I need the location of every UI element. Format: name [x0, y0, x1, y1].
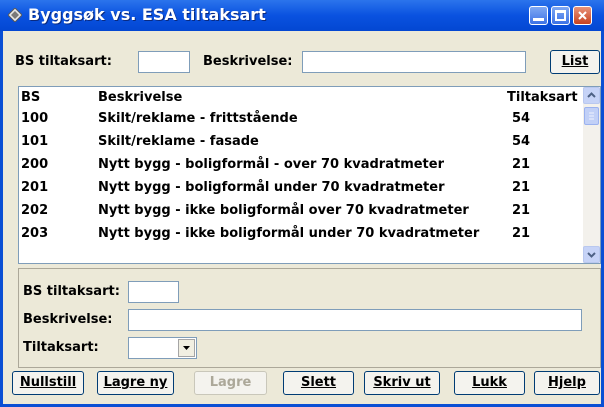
table-row[interactable]: 101 Skilt/reklame - fasade 54: [19, 131, 579, 154]
column-header-bs[interactable]: BS: [21, 90, 40, 105]
maximize-icon: [555, 10, 566, 21]
cell-bs: 101: [21, 134, 49, 149]
cell-tiltaksart: 54: [512, 134, 531, 149]
table-row[interactable]: 100 Skilt/reklame - frittstående 54: [19, 108, 579, 131]
minimize-icon: [533, 10, 544, 21]
cell-tiltaksart: 21: [512, 180, 531, 195]
title-bar[interactable]: Byggsøk vs. ESA tiltaksart: [0, 0, 604, 31]
detail-bs-field[interactable]: [128, 281, 179, 303]
chevron-down-icon: [587, 252, 596, 258]
list-button[interactable]: List: [550, 50, 600, 74]
detail-tiltaksart-label: Tiltaksart:: [23, 340, 99, 355]
help-button[interactable]: Hjelp: [534, 371, 600, 395]
table-row[interactable]: 203 Nytt bygg - ikke boligformål under 7…: [19, 223, 579, 246]
scroll-up-button[interactable]: [583, 87, 600, 104]
chevron-up-icon: [587, 92, 596, 98]
vertical-scrollbar[interactable]: [583, 87, 600, 263]
cell-description: Skilt/reklame - fasade: [98, 134, 259, 149]
cell-description: Nytt bygg - boligformål - over 70 kvadra…: [98, 157, 444, 172]
grip-icon: [589, 112, 594, 120]
chevron-down-icon: [183, 346, 190, 350]
table-row[interactable]: 202 Nytt bygg - ikke boligformål over 70…: [19, 200, 579, 223]
cell-bs: 200: [21, 157, 49, 172]
maximize-button[interactable]: [551, 6, 570, 25]
detail-desc-field[interactable]: [128, 309, 582, 331]
cell-bs: 100: [21, 111, 49, 126]
window-title: Byggsøk vs. ESA tiltaksart: [28, 5, 266, 24]
column-header-tiltaksart[interactable]: Tiltaksart: [507, 90, 578, 105]
print-button[interactable]: Skriv ut: [364, 371, 440, 395]
search-desc-label: Beskrivelse:: [203, 54, 293, 69]
app-icon: [8, 8, 22, 22]
search-bs-label: BS tiltaksart:: [15, 54, 112, 69]
cell-tiltaksart: 54: [512, 111, 531, 126]
scroll-thumb[interactable]: [584, 107, 599, 125]
save-button[interactable]: Lagre: [194, 371, 267, 395]
search-bs-field[interactable]: [138, 51, 190, 73]
tiltaksart-dropdown[interactable]: [128, 337, 197, 359]
cell-bs: 201: [21, 180, 49, 195]
dropdown-button[interactable]: [178, 339, 195, 357]
close-icon: [578, 11, 587, 20]
close-window-button[interactable]: [573, 6, 592, 25]
table-row[interactable]: 201 Nytt bygg - boligformål under 70 kva…: [19, 177, 579, 200]
reset-button[interactable]: Nullstill: [12, 371, 84, 395]
cell-tiltaksart: 21: [512, 226, 531, 241]
close-button[interactable]: Lukk: [454, 371, 525, 395]
table-row[interactable]: 200 Nytt bygg - boligformål - over 70 kv…: [19, 154, 579, 177]
cell-description: Nytt bygg - ikke boligformål under 70 kv…: [98, 226, 480, 241]
cell-description: Nytt bygg - boligformål under 70 kvadrat…: [98, 180, 445, 195]
cell-bs: 203: [21, 226, 49, 241]
results-list[interactable]: BS Beskrivelse Tiltaksart 100 Skilt/rekl…: [18, 86, 601, 264]
save-new-button[interactable]: Lagre ny: [97, 371, 174, 395]
detail-desc-label: Beskrivelse:: [23, 312, 113, 327]
app-window: Byggsøk vs. ESA tiltaksart BS tiltaksart…: [0, 0, 604, 407]
cell-bs: 202: [21, 203, 49, 218]
minimize-button[interactable]: [529, 6, 548, 25]
search-desc-field[interactable]: [302, 51, 526, 73]
detail-bs-label: BS tiltaksart:: [23, 284, 120, 299]
cell-tiltaksart: 21: [512, 203, 531, 218]
delete-button[interactable]: Slett: [283, 371, 354, 395]
scroll-down-button[interactable]: [583, 246, 600, 263]
cell-description: Nytt bygg - ikke boligformål over 70 kva…: [98, 203, 469, 218]
column-header-description[interactable]: Beskrivelse: [98, 90, 182, 105]
cell-tiltaksart: 21: [512, 157, 531, 172]
cell-description: Skilt/reklame - frittstående: [98, 111, 298, 126]
